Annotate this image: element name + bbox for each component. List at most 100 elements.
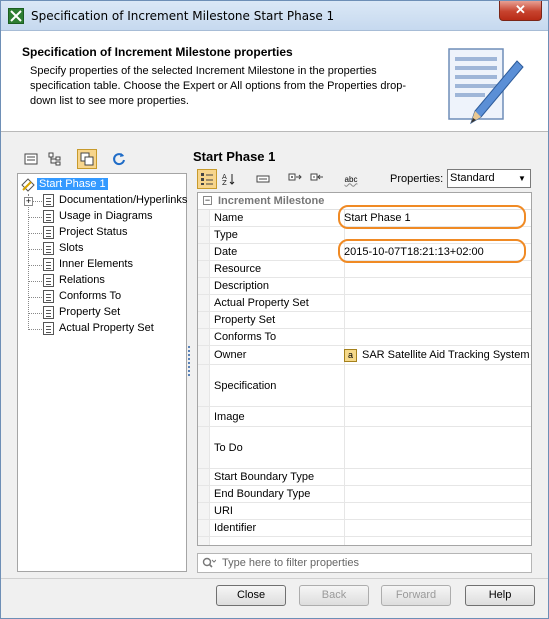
tree-item-label: Actual Property Set	[59, 322, 154, 334]
tree-item[interactable]: + Documentation/Hyperlinks	[18, 193, 188, 209]
properties-label: Properties:	[390, 173, 444, 185]
window-title: Specification of Increment Milestone Sta…	[31, 9, 335, 23]
properties-dropdown[interactable]: Standard ▼	[447, 169, 531, 188]
tree-root-label: Start Phase 1	[37, 178, 108, 190]
property-row[interactable]: To Do	[198, 427, 531, 469]
property-name: Actual Property Set	[214, 297, 309, 309]
collapse-all-icon[interactable]	[307, 169, 327, 189]
document-icon	[43, 274, 54, 287]
forward-button[interactable]: Forward	[381, 585, 451, 606]
package-icon: a	[344, 349, 357, 362]
svg-text:Z: Z	[222, 179, 227, 186]
document-icon	[43, 194, 54, 207]
property-name: Owner	[214, 349, 247, 361]
property-row[interactable]: Image	[198, 407, 531, 427]
owner-value-text: SAR Satellite Aid Tracking System	[362, 349, 530, 361]
property-row[interactable]: Name Start Phase 1	[198, 210, 531, 227]
properties-toolbar: AZ abc Properties: Standard ▼	[195, 169, 533, 191]
tree-item-label: Property Set	[59, 306, 121, 318]
tree-item[interactable]: Relations	[18, 273, 186, 289]
tree-item[interactable]: Usage in Diagrams	[18, 209, 186, 225]
tree-root-item[interactable]: Start Phase 1	[18, 177, 186, 193]
property-row[interactable]: Property Set	[198, 312, 531, 329]
document-icon	[43, 226, 54, 239]
refresh-icon[interactable]	[109, 149, 129, 169]
back-button[interactable]: Back	[299, 585, 369, 606]
app-icon	[8, 8, 24, 24]
tree-item-label: Conforms To	[59, 290, 122, 302]
property-name: Start Boundary Type	[214, 471, 315, 483]
property-row[interactable]: URI	[198, 503, 531, 520]
group-label: Increment Milestone	[218, 195, 325, 207]
chevron-down-icon: ▼	[518, 174, 526, 183]
categorized-view-icon[interactable]	[197, 169, 217, 189]
tree-item-label: Documentation/Hyperlinks	[59, 194, 188, 206]
group-header[interactable]: − Increment Milestone	[198, 193, 531, 210]
navigation-tree: Start Phase 1 + Documentation/Hyperlinks U…	[17, 173, 187, 572]
show-inherited-icon[interactable]	[77, 149, 97, 169]
tree-item[interactable]: Project Status	[18, 225, 186, 241]
property-row[interactable]: Identifier	[198, 520, 531, 537]
tree-item[interactable]: Actual Property Set	[18, 321, 186, 337]
dialog-header: Specification of Increment Milestone pro…	[1, 31, 548, 132]
property-name: Description	[214, 280, 270, 292]
property-name: Image	[214, 411, 245, 423]
property-name: Resource	[214, 263, 262, 275]
document-icon	[43, 290, 54, 303]
filter-field	[197, 553, 532, 573]
property-name: Specification	[214, 380, 277, 392]
list-view-icon[interactable]	[21, 149, 41, 169]
tree-item-label: Project Status	[59, 226, 128, 238]
window-close-button[interactable]: ✕	[499, 1, 542, 21]
property-name: Date	[214, 246, 238, 258]
property-row[interactable]: Specification	[198, 365, 531, 407]
tree-item[interactable]: Conforms To	[18, 289, 186, 305]
expand-icon[interactable]: +	[24, 197, 33, 206]
tree-view-icon[interactable]	[45, 149, 65, 169]
tree-item-label: Relations	[59, 274, 105, 286]
property-name: Name	[214, 212, 244, 224]
property-value[interactable]: a SAR Satellite Aid Tracking System	[344, 349, 530, 362]
property-row[interactable]: Conforms To	[198, 329, 531, 346]
property-row[interactable]: End Boundary Type	[198, 486, 531, 503]
properties-dropdown-value: Standard	[450, 172, 495, 184]
property-name: Type	[214, 229, 238, 241]
collapse-group-icon[interactable]: −	[203, 196, 212, 205]
pane-splitter[interactable]	[188, 346, 191, 376]
document-pencil-icon	[448, 48, 524, 125]
sort-alphabetical-icon[interactable]: AZ	[219, 169, 239, 189]
property-row[interactable]: Date 2015-10-07T18:21:13+02:00	[198, 244, 531, 261]
property-value[interactable]: 2015-10-07T18:21:13+02:00	[344, 246, 484, 258]
specification-dialog: Specification of Increment Milestone Sta…	[0, 0, 549, 619]
header-title: Specification of Increment Milestone pro…	[22, 45, 293, 59]
filter-input[interactable]	[220, 555, 520, 571]
tree-item[interactable]: Inner Elements	[18, 257, 186, 273]
tree-item[interactable]: Property Set	[18, 305, 186, 321]
property-row[interactable]: Start Boundary Type	[198, 469, 531, 486]
close-button[interactable]: Close	[216, 585, 286, 606]
property-row[interactable]: Description	[198, 278, 531, 295]
tree-toolbar	[21, 149, 181, 171]
property-name: URI	[214, 505, 233, 517]
spell-check-icon[interactable]: abc	[341, 169, 361, 189]
property-name: Identifier	[214, 522, 257, 534]
help-button[interactable]: Help	[465, 585, 535, 606]
tree-item[interactable]: Slots	[18, 241, 186, 257]
title-bar: Specification of Increment Milestone Sta…	[1, 1, 548, 31]
document-icon	[43, 210, 54, 223]
spell-check-icon-text: abc	[344, 174, 358, 184]
document-icon	[43, 258, 54, 271]
property-name: Property Set	[214, 314, 276, 326]
property-row[interactable]: Actual Property Set	[198, 295, 531, 312]
property-row[interactable]: Owner a SAR Satellite Aid Tracking System	[198, 346, 531, 365]
property-row[interactable]: Resource	[198, 261, 531, 278]
property-row[interactable]: Type	[198, 227, 531, 244]
search-icon	[202, 557, 217, 572]
document-icon	[43, 306, 54, 319]
tree-item-label: Slots	[59, 242, 84, 254]
tree-item-label: Inner Elements	[59, 258, 133, 270]
expand-all-icon[interactable]	[285, 169, 305, 189]
view-element-icon[interactable]	[253, 169, 273, 189]
document-icon	[43, 322, 54, 335]
property-value[interactable]: Start Phase 1	[344, 212, 411, 224]
